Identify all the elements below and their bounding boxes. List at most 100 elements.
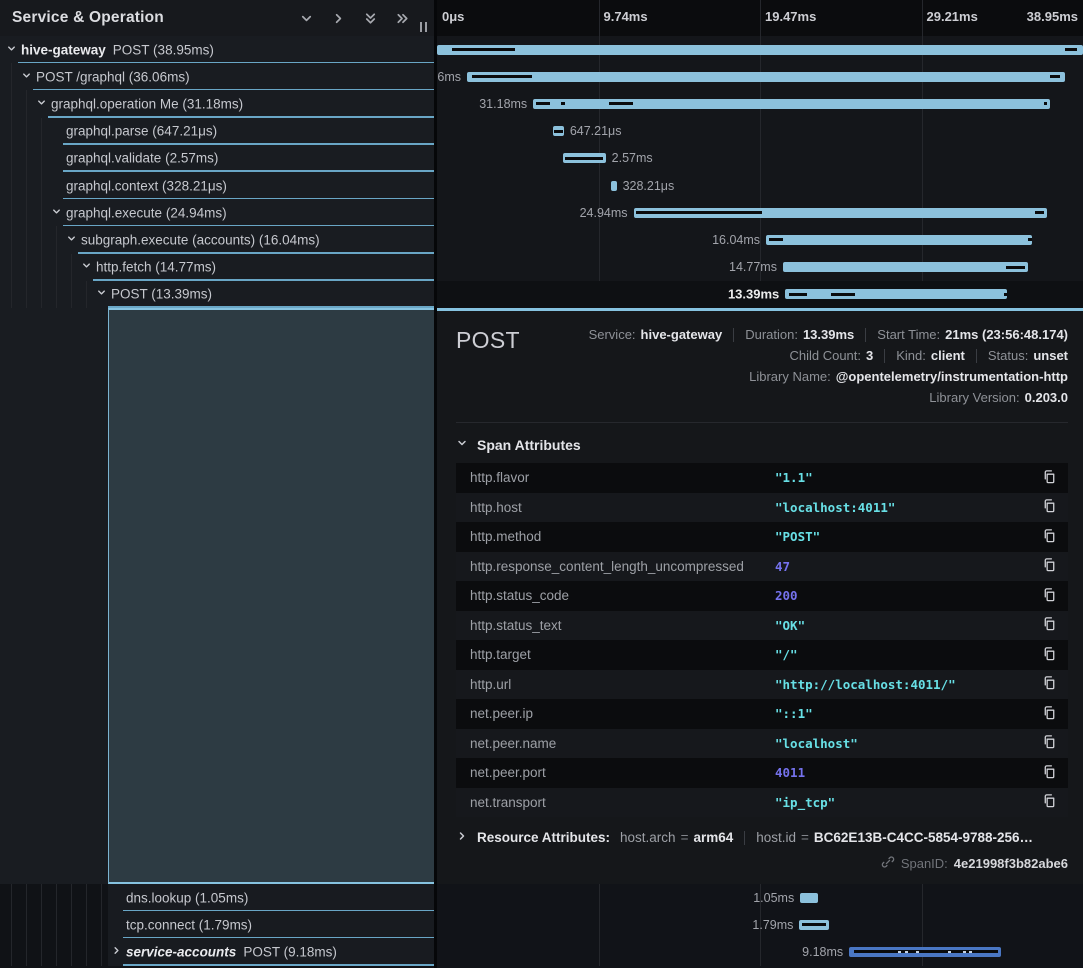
- resource-attributes-toggle[interactable]: Resource Attributes: host.arch=arm64host…: [456, 830, 1068, 845]
- indent-guide: [11, 145, 12, 172]
- chevron-down-icon[interactable]: [96, 285, 107, 303]
- span-bar[interactable]: [800, 893, 817, 903]
- span-detail-title: POST: [456, 327, 520, 406]
- copy-button[interactable]: [1030, 616, 1068, 634]
- attribute-value: "/": [775, 647, 1030, 662]
- indent-guide: [101, 911, 102, 938]
- copy-button[interactable]: [1030, 646, 1068, 664]
- child-span-marker: [802, 923, 826, 926]
- child-span-marker: [1028, 238, 1031, 241]
- chevron-down-icon[interactable]: [36, 95, 47, 113]
- copy-button[interactable]: [1030, 734, 1068, 752]
- detail-meta-line: Library Name:@opentelemetry/instrumentat…: [749, 369, 1068, 385]
- span-tree-row[interactable]: hive-gatewayPOST (38.95ms): [0, 36, 434, 63]
- span-bar[interactable]: [467, 72, 1065, 82]
- resource-value: BC62E13B-C4CC-5854-9788-256…: [814, 830, 1033, 845]
- span-timeline-row[interactable]: 16.04ms: [437, 226, 1083, 253]
- indent-guide: [11, 911, 12, 938]
- span-tree-row[interactable]: subgraph.execute (accounts) (16.04ms): [0, 226, 434, 253]
- span-name-label: POST (13.39ms): [111, 287, 212, 302]
- span-tree-row[interactable]: service-accountsPOST (9.18ms): [0, 938, 434, 965]
- span-timeline-row[interactable]: 647.21μs: [437, 118, 1083, 145]
- span-bar[interactable]: [766, 235, 1032, 245]
- span-tree-row[interactable]: graphql.context (328.21μs): [0, 172, 434, 199]
- span-timeline-row[interactable]: 14.77ms: [437, 254, 1083, 281]
- copy-button[interactable]: [1030, 498, 1068, 516]
- indent-guide: [86, 911, 87, 938]
- copy-button[interactable]: [1030, 675, 1068, 693]
- copy-button[interactable]: [1030, 764, 1068, 782]
- span-duration-label: 2.57ms: [612, 151, 653, 165]
- span-tree-row[interactable]: graphql.operation Me (31.18ms): [0, 90, 434, 117]
- axis-tick-label: 29.21ms: [927, 9, 978, 24]
- chevron-down-icon[interactable]: [6, 41, 17, 59]
- link-icon[interactable]: [881, 855, 895, 872]
- copy-button[interactable]: [1030, 469, 1068, 487]
- span-tree-row[interactable]: POST (13.39ms): [0, 281, 434, 308]
- attribute-key: net.transport: [456, 795, 775, 810]
- meta-label: Kind:: [896, 348, 926, 364]
- column-resize-handle[interactable]: [420, 22, 427, 32]
- indent-guide: [11, 226, 12, 253]
- copy-button[interactable]: [1030, 528, 1068, 546]
- span-timeline-row[interactable]: 13.39ms: [437, 281, 1083, 308]
- span-tree-row[interactable]: graphql.execute (24.94ms): [0, 199, 434, 226]
- child-span-marker: [831, 293, 855, 296]
- chevron-down-icon[interactable]: [21, 68, 32, 86]
- attribute-row: net.transport"ip_tcp": [456, 788, 1068, 818]
- double-chevron-down-icon[interactable]: [363, 11, 378, 26]
- copy-button[interactable]: [1030, 793, 1068, 811]
- span-timeline-row[interactable]: 6ms: [437, 63, 1083, 90]
- indent-guide: [26, 254, 27, 281]
- axis-tick-label: 0μs: [442, 9, 464, 24]
- span-attributes-table: http.flavor"1.1"http.host"localhost:4011…: [456, 463, 1068, 817]
- span-bar[interactable]: [437, 45, 1083, 55]
- axis-tick-label: 38.95ms: [1027, 9, 1078, 24]
- indent-guide: [41, 254, 42, 281]
- resource-attribute-item: host.id=BC62E13B-C4CC-5854-9788-256…: [756, 830, 1033, 845]
- span-tree-row[interactable]: graphql.validate (2.57ms): [0, 145, 434, 172]
- span-duration-label: 1.79ms: [752, 918, 793, 932]
- meta-value: @opentelemetry/instrumentation-http: [836, 369, 1068, 385]
- span-timeline-row[interactable]: 1.05ms: [437, 884, 1083, 911]
- span-bar[interactable]: [611, 181, 616, 191]
- attribute-value: "POST": [775, 529, 1030, 544]
- attribute-row: http.response_content_length_uncompresse…: [456, 552, 1068, 582]
- span-attributes-toggle[interactable]: Span Attributes: [456, 435, 1068, 455]
- span-timeline-row[interactable]: 1.79ms: [437, 911, 1083, 938]
- span-tree-row[interactable]: POST /graphql (36.06ms): [0, 63, 434, 90]
- span-bar[interactable]: [785, 289, 1007, 299]
- child-span-marker: [1050, 75, 1060, 78]
- chevron-down-icon[interactable]: [81, 258, 92, 276]
- span-tree-row[interactable]: dns.lookup (1.05ms): [0, 884, 434, 911]
- double-chevron-right-icon[interactable]: [395, 11, 410, 26]
- meta-value: 0.203.0: [1025, 390, 1068, 406]
- tree-header-title: Service & Operation: [12, 9, 299, 27]
- chevron-down-icon[interactable]: [66, 231, 77, 249]
- span-timeline-row[interactable]: 31.18ms: [437, 90, 1083, 117]
- meta-separator: [733, 328, 734, 342]
- span-timeline-row[interactable]: 328.21μs: [437, 172, 1083, 199]
- attribute-key: http.url: [456, 677, 775, 692]
- resource-value: arm64: [693, 830, 733, 845]
- copy-button[interactable]: [1030, 557, 1068, 575]
- span-timeline-row[interactable]: [437, 36, 1083, 63]
- span-timeline-row[interactable]: 2.57ms: [437, 145, 1083, 172]
- span-tree-row[interactable]: tcp.connect (1.79ms): [0, 911, 434, 938]
- axis-tick-label: 19.47ms: [765, 9, 816, 24]
- span-tree-row[interactable]: http.fetch (14.77ms): [0, 254, 434, 281]
- span-bar[interactable]: [783, 262, 1028, 272]
- span-timeline-row[interactable]: 24.94ms: [437, 199, 1083, 226]
- chevron-right-icon[interactable]: [111, 943, 122, 961]
- span-timeline-row[interactable]: 9.18ms: [437, 938, 1083, 965]
- chevron-down-icon[interactable]: [51, 204, 62, 222]
- meta-label: Child Count:: [789, 348, 861, 364]
- chevron-right-icon[interactable]: [331, 11, 346, 26]
- attribute-row: http.target"/": [456, 640, 1068, 670]
- service-name: service-accounts: [126, 944, 236, 959]
- copy-button[interactable]: [1030, 587, 1068, 605]
- copy-button[interactable]: [1030, 705, 1068, 723]
- span-tree-row[interactable]: graphql.parse (647.21μs): [0, 118, 434, 145]
- chevron-down-icon[interactable]: [299, 11, 314, 26]
- indent-guide: [41, 172, 42, 199]
